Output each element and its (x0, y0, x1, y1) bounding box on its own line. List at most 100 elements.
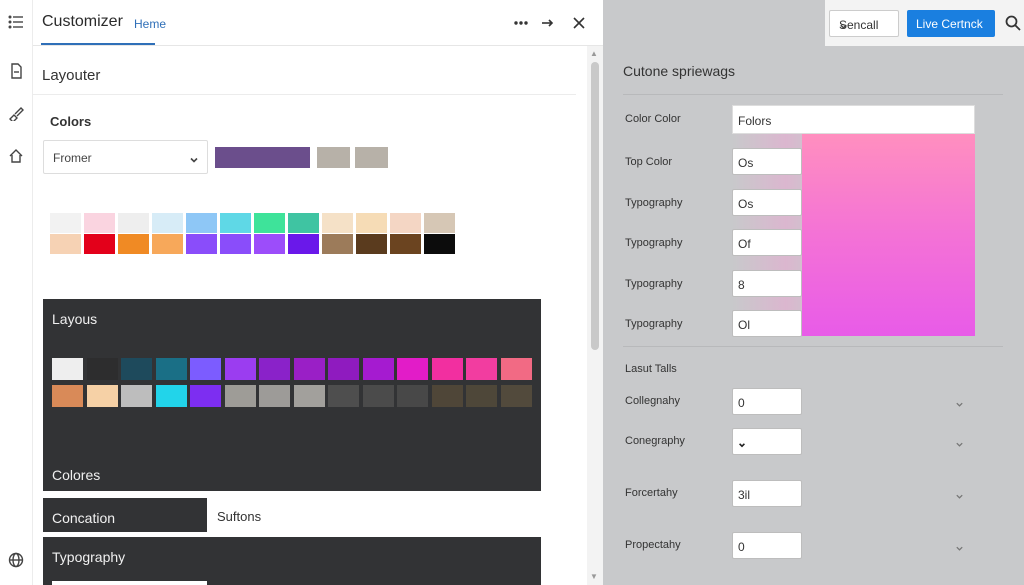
brush-icon[interactable] (6, 103, 26, 123)
setting-label: Top Color (625, 156, 673, 168)
color-swatch[interactable] (500, 358, 532, 380)
color-swatch[interactable] (50, 234, 81, 254)
color-swatch[interactable] (86, 358, 118, 380)
color-swatch[interactable] (152, 234, 183, 254)
chevron-down-icon (738, 438, 796, 452)
color-swatch[interactable] (293, 358, 325, 380)
scheme-select[interactable]: Fromer (43, 140, 208, 174)
color-swatch[interactable] (224, 385, 256, 407)
color-swatch[interactable] (84, 234, 115, 254)
setting-input[interactable]: 8 (732, 270, 802, 297)
divider (33, 94, 576, 95)
color-swatch[interactable] (390, 213, 421, 233)
search-icon[interactable] (1005, 15, 1021, 31)
color-swatch[interactable] (52, 385, 83, 407)
home-icon[interactable] (6, 146, 26, 166)
color-swatch[interactable] (390, 234, 421, 254)
color-swatch[interactable] (431, 385, 463, 407)
page-title: Customizer (42, 13, 123, 30)
color-swatch[interactable] (328, 385, 359, 407)
color-swatch[interactable] (293, 385, 325, 407)
setting-value: Of (738, 237, 751, 251)
setting-input[interactable]: Ol (732, 310, 802, 337)
setting-input[interactable]: 3il (732, 480, 802, 507)
setting-input[interactable]: 0 (732, 532, 802, 559)
color-swatch[interactable] (466, 358, 497, 380)
color-color-input[interactable]: Folors (732, 105, 975, 134)
color-swatch[interactable] (155, 358, 187, 380)
color-swatch[interactable] (190, 385, 221, 407)
close-icon[interactable] (569, 13, 589, 33)
color-swatch[interactable] (328, 358, 359, 380)
active-tab-indicator (41, 43, 155, 45)
ellipsis-icon[interactable] (511, 13, 531, 33)
color-swatch[interactable] (356, 213, 387, 233)
arrow-right-icon[interactable] (537, 13, 557, 33)
color-swatch[interactable] (50, 213, 81, 233)
color-swatch[interactable] (121, 385, 152, 407)
scroll-down-icon[interactable]: ▼ (590, 572, 598, 581)
setting-input[interactable]: Os (732, 189, 802, 216)
color-swatch[interactable] (500, 385, 532, 407)
color-swatch[interactable] (288, 234, 319, 254)
color-swatch[interactable] (397, 385, 428, 407)
search-button[interactable]: Sencall (829, 10, 899, 37)
color-swatch[interactable] (424, 213, 455, 233)
color-swatch[interactable] (52, 358, 83, 380)
suftons-button[interactable]: Suftons (217, 509, 261, 524)
color-swatch[interactable] (362, 358, 394, 380)
setting-input[interactable]: Os (732, 148, 802, 175)
color-swatch[interactable] (322, 213, 353, 233)
color-swatch[interactable] (155, 385, 187, 407)
color-swatch[interactable] (121, 358, 152, 380)
color-swatch[interactable] (86, 385, 118, 407)
color-swatch[interactable] (186, 234, 217, 254)
list-icon[interactable] (6, 12, 26, 32)
typography-block: Typography (43, 537, 541, 585)
chevron-down-icon[interactable] (955, 396, 965, 407)
setting-input[interactable]: 0 (732, 388, 802, 415)
color-swatch[interactable] (254, 213, 285, 233)
color-swatch[interactable] (220, 213, 251, 233)
concation-label: Concation (52, 510, 116, 526)
color-swatch[interactable] (118, 213, 149, 233)
chevron-down-icon[interactable] (955, 540, 965, 551)
globe-icon[interactable] (6, 550, 26, 570)
preset-chip[interactable] (355, 147, 388, 168)
concation-button[interactable]: Concation (43, 498, 207, 532)
typography-input[interactable] (52, 581, 207, 585)
color-swatch[interactable] (190, 358, 221, 380)
color-swatch[interactable] (322, 234, 353, 254)
color-gradient-preview (802, 134, 975, 336)
setting-select[interactable] (732, 428, 802, 455)
chevron-down-icon (839, 20, 891, 34)
scrollbar-thumb[interactable] (591, 62, 599, 350)
setting-label: Forcertahy (625, 487, 678, 499)
preset-chip[interactable] (215, 147, 310, 168)
color-swatch[interactable] (118, 234, 149, 254)
color-swatch[interactable] (362, 385, 394, 407)
color-swatch[interactable] (259, 385, 290, 407)
color-swatch[interactable] (431, 358, 463, 380)
color-swatch[interactable] (397, 358, 428, 380)
chevron-down-icon[interactable] (955, 488, 965, 499)
color-swatch[interactable] (424, 234, 455, 254)
color-swatch[interactable] (466, 385, 497, 407)
color-swatch[interactable] (220, 234, 251, 254)
color-swatch[interactable] (254, 234, 285, 254)
color-swatch[interactable] (259, 358, 290, 380)
color-swatch[interactable] (84, 213, 115, 233)
setting-input[interactable]: Of (732, 229, 802, 256)
panel-scrollbar[interactable]: ▲ ▼ (587, 46, 603, 585)
chevron-down-icon[interactable] (955, 436, 965, 447)
color-swatch[interactable] (356, 234, 387, 254)
live-button[interactable]: Live Certnck (907, 10, 995, 37)
color-swatch[interactable] (224, 358, 256, 380)
color-swatch[interactable] (186, 213, 217, 233)
document-icon[interactable] (6, 61, 26, 81)
color-swatch[interactable] (152, 213, 183, 233)
home-link[interactable]: Heme (134, 17, 166, 31)
scroll-up-icon[interactable]: ▲ (590, 49, 598, 58)
color-swatch[interactable] (288, 213, 319, 233)
preset-chip[interactable] (317, 147, 350, 168)
